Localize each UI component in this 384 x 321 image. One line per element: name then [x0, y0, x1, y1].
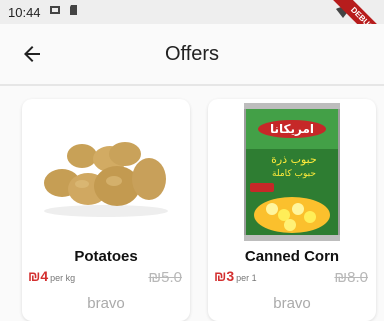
- offer-price: ₪4 per kg: [28, 268, 75, 284]
- price-unit: per 1: [236, 273, 257, 283]
- can-subtitle-text: حبوب كاملة: [272, 169, 316, 179]
- status-bar: 10:44: [0, 0, 384, 24]
- sd-card-icon: [69, 3, 79, 21]
- status-time: 10:44: [8, 4, 41, 20]
- offer-name: Potatoes: [74, 248, 138, 265]
- offer-card-canned-corn[interactable]: امريكانا حبوب ذرة حبوب كاملة Canned Corn…: [208, 99, 376, 321]
- can-title-text: حبوب ذرة: [271, 153, 317, 166]
- potatoes-image: [22, 99, 190, 244]
- offer-price: ₪3 per 1: [214, 268, 257, 284]
- offer-name: Canned Corn: [244, 248, 340, 265]
- notification-icon: [49, 3, 61, 21]
- price-unit: per kg: [50, 273, 76, 283]
- offer-card-potatoes[interactable]: Potatoes ₪4 per kg ₪5.0 bravo: [22, 99, 190, 321]
- old-price: ₪5.0: [148, 269, 182, 286]
- old-price: ₪8.0: [334, 269, 368, 286]
- can-brand-text: امريكانا: [270, 122, 314, 136]
- price-value: ₪3: [214, 268, 235, 284]
- vendor-name: bravo: [273, 295, 311, 312]
- vendor-name: bravo: [87, 295, 125, 312]
- page-title: Offers: [164, 43, 220, 65]
- price-value: ₪4: [28, 268, 49, 284]
- app-bar: Offers: [0, 24, 384, 86]
- canned-corn-image: امريكانا حبوب ذرة حبوب كاملة: [208, 99, 376, 244]
